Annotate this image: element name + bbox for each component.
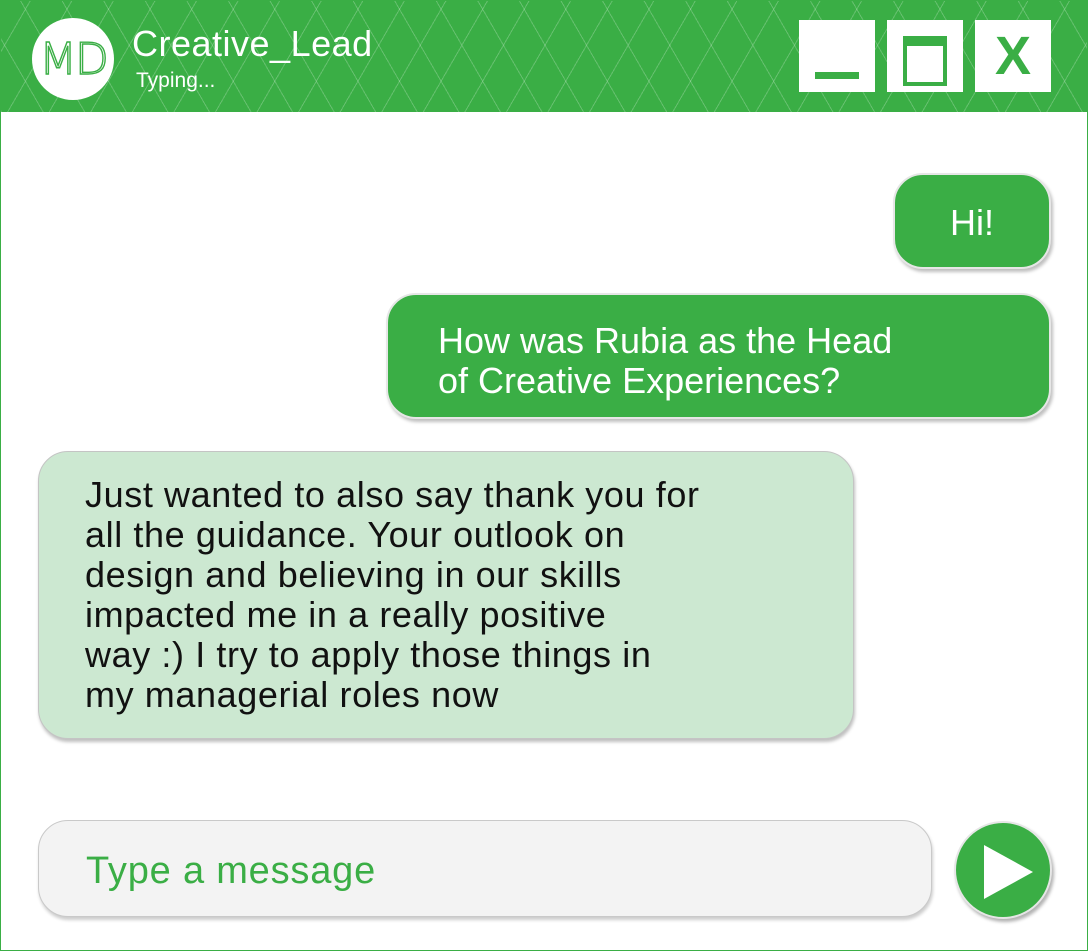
message-bubble-incoming: Just wanted to also say thank you for al… [38,451,854,739]
maximize-button[interactable] [887,20,963,92]
message-text: Hi! [950,202,994,243]
message-composer[interactable] [38,820,932,917]
avatar[interactable]: MD [32,18,114,100]
title-bar[interactable]: MD Creative_Lead Typing... X [1,1,1087,112]
maximize-icon [903,36,947,86]
contact-name: Creative_Lead [132,23,373,64]
chat-window: MD Creative_Lead Typing... X Hi! How was… [0,0,1088,951]
play-triangle-icon [984,845,1033,899]
close-button[interactable]: X [975,20,1051,92]
message-input[interactable] [84,843,888,899]
typing-status: Typing... [136,69,216,92]
minimize-button[interactable] [799,20,875,92]
minimize-icon [815,72,859,79]
message-bubble-outgoing: How was Rubia as the Head of Creative Ex… [386,293,1051,419]
avatar-initials: MD [38,33,109,85]
send-button[interactable] [954,821,1052,919]
message-text: How was Rubia as the Head of Creative Ex… [438,320,893,401]
close-icon: X [994,26,1032,86]
message-text: Just wanted to also say thank you for al… [85,474,700,715]
message-bubble-outgoing: Hi! [893,173,1051,269]
